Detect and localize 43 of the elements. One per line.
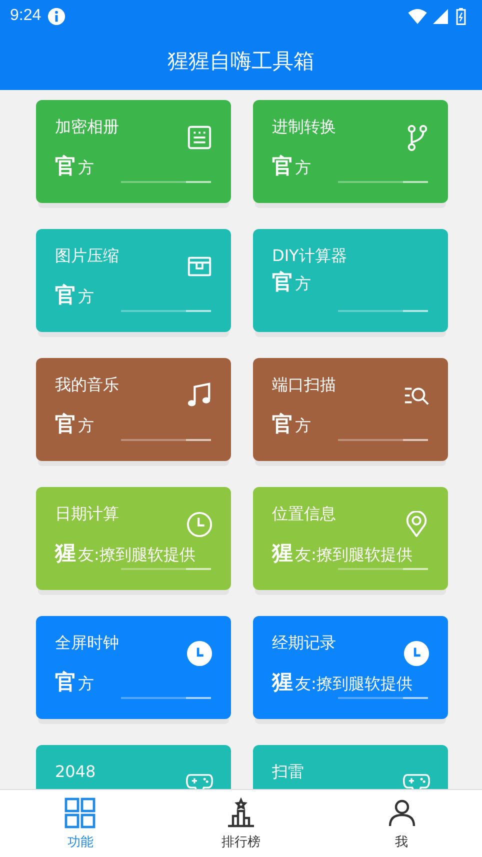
tool-title: 位置信息: [272, 504, 336, 525]
tool-card[interactable]: 经期记录 猩友:撩到腿软提供: [253, 616, 448, 719]
tool-title: 经期记录: [272, 633, 336, 654]
tool-card[interactable]: 加密相册 官 方: [36, 100, 231, 203]
podium-icon: [225, 796, 257, 828]
nav-tab[interactable]: 功能: [0, 790, 161, 857]
tool-title: 图片压缩: [55, 246, 119, 267]
source-label: 猩友:撩到腿软提供: [55, 545, 196, 564]
status-time: 9:24: [10, 7, 42, 25]
app-title: 猩猩自嗨工具箱: [168, 48, 314, 75]
tool-title: 全屏时钟: [55, 633, 119, 654]
tool-title: 进制转换: [272, 117, 336, 138]
tool-title: 端口扫描: [272, 375, 336, 396]
tool-card[interactable]: 我的音乐 官 方: [36, 358, 231, 461]
clock-icon: [403, 640, 430, 667]
nav-tab[interactable]: 排行榜: [160, 790, 322, 857]
source-label: 猩友:撩到腿软提供: [272, 545, 412, 564]
tool-card[interactable]: 扫雷: [253, 745, 448, 789]
wifi-icon: [408, 8, 427, 24]
signal-icon: [433, 8, 448, 24]
info-icon: [47, 6, 66, 26]
tool-title: 2048: [55, 762, 96, 781]
tool-title: 加密相册: [55, 117, 119, 138]
tool-card[interactable]: 2048: [36, 745, 231, 789]
tool-title: 我的音乐: [55, 375, 119, 396]
tool-card[interactable]: 日期计算 猩友:撩到腿软提供: [36, 487, 231, 590]
grid-icon: [64, 796, 96, 828]
tool-card[interactable]: 全屏时钟 官 方: [36, 616, 231, 719]
tool-card[interactable]: 图片压缩 官 方: [36, 229, 231, 332]
battery-icon: [456, 8, 466, 24]
tool-card[interactable]: DIY计算器 官 方: [253, 229, 448, 332]
tool-card[interactable]: 进制转换 官 方: [253, 100, 448, 203]
tool-card[interactable]: 端口扫描 官 方: [253, 358, 448, 461]
music-icon: [186, 382, 213, 409]
tool-title: 日期计算: [55, 504, 119, 525]
tool-title: DIY计算器: [272, 246, 347, 267]
nav-tab[interactable]: 我: [321, 790, 482, 857]
tool-card[interactable]: 位置信息 猩友:撩到腿软提供: [253, 487, 448, 590]
clock-icon: [186, 640, 213, 667]
source-label: 猩友:撩到腿软提供: [272, 674, 412, 693]
keypad-icon: [186, 124, 213, 151]
tool-title: 扫雷: [272, 762, 304, 783]
clock-icon: [186, 511, 213, 538]
